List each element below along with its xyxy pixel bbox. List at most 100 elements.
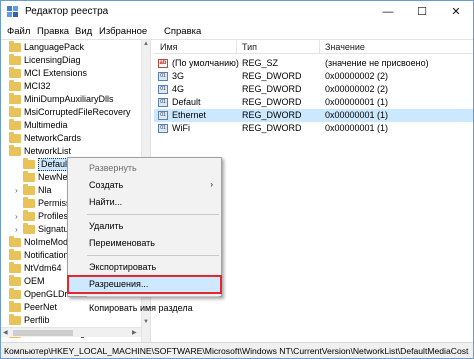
context-menu-label: Найти...	[89, 197, 123, 207]
context-menu-item-rename[interactable]: Переименовать	[68, 235, 221, 252]
folder-icon	[9, 54, 21, 65]
minimize-button[interactable]: —	[371, 1, 405, 23]
context-menu-item-create[interactable]: Создать ›	[68, 177, 221, 194]
menu-file[interactable]: Файл	[7, 26, 30, 37]
value-data: 0x00000002 (2)	[325, 71, 389, 81]
folder-icon	[23, 184, 35, 195]
context-menu-label: Создать	[89, 180, 124, 190]
value-name: 4G	[172, 84, 185, 94]
column-separator[interactable]	[236, 40, 237, 54]
tree-horizontal-scrollbar[interactable]: ◀ ▶	[1, 327, 141, 337]
menu-view[interactable]: Вид	[75, 26, 92, 37]
registry-editor-window: Редактор реестра — ☐ ✕ Файл Правка Вид И…	[0, 0, 474, 359]
scroll-down-arrow-icon[interactable]: ▼	[143, 319, 149, 325]
menu-help[interactable]: Справка	[164, 26, 201, 37]
tree-item-label: Perflib	[24, 315, 50, 325]
folder-icon	[23, 158, 35, 169]
menu-separator	[87, 255, 219, 256]
value-name: 3G	[172, 71, 185, 81]
expand-chevron-icon[interactable]: ›	[15, 210, 18, 223]
value-data: 0x00000001 (1)	[325, 123, 389, 133]
status-bar: Компьютер\HKEY_LOCAL_MACHINE\SOFTWARE\Mi…	[1, 342, 473, 358]
value-row[interactable]: 01 Ethernet REG_DWORD 0x00000001 (1)	[154, 109, 473, 122]
value-type: REG_DWORD	[242, 123, 302, 133]
tree-item[interactable]: LicensingDiag	[1, 54, 149, 67]
column-value[interactable]: Значение	[325, 42, 365, 52]
status-path: Компьютер\HKEY_LOCAL_MACHINE\SOFTWARE\Mi…	[4, 346, 469, 356]
tree-item-label: NetworkCards	[24, 133, 82, 143]
folder-icon	[9, 301, 21, 312]
value-row[interactable]: ab (По умолчанию) REG_SZ (значение не присв…	[154, 57, 473, 70]
expand-chevron-icon[interactable]: ›	[15, 223, 18, 236]
folder-icon	[9, 288, 21, 299]
folder-icon	[9, 41, 21, 52]
value-type: REG_SZ	[242, 58, 279, 68]
scroll-up-arrow-icon[interactable]: ▲	[143, 41, 149, 47]
tree-item[interactable]: MiniDumpAuxiliaryDlls	[1, 93, 149, 106]
title-bar[interactable]: Редактор реестра — ☐ ✕	[1, 1, 473, 23]
tree-item-label: Nla	[38, 185, 52, 195]
folder-icon	[9, 67, 21, 78]
menu-edit[interactable]: Правка	[37, 26, 69, 37]
value-data: 0x00000001 (1)	[325, 110, 389, 120]
value-type: REG_DWORD	[242, 97, 302, 107]
tree-item[interactable]: MsiCorruptedFileRecovery	[1, 106, 149, 119]
column-type[interactable]: Тип	[242, 42, 257, 52]
folder-icon	[23, 171, 35, 182]
close-button[interactable]: ✕	[439, 1, 473, 23]
value-data: 0x00000001 (1)	[325, 97, 389, 107]
dword-value-icon: 01	[158, 124, 168, 133]
tree-item-label: NetworkList	[24, 146, 72, 156]
tree-item-label: LicensingDiag	[24, 55, 81, 65]
maximize-button[interactable]: ☐	[405, 1, 439, 23]
context-menu-item-delete[interactable]: Удалить	[68, 218, 221, 235]
context-menu-label: Удалить	[89, 221, 124, 231]
tree-item-label: MiniDumpAuxiliaryDlls	[24, 94, 114, 104]
value-row[interactable]: 01 3G REG_DWORD 0x00000002 (2)	[154, 70, 473, 83]
tree-item-label: OEM	[24, 276, 45, 286]
context-menu-item-find[interactable]: Найти...	[68, 194, 221, 211]
tree-item-label: Notification	[24, 250, 69, 260]
menu-favorites[interactable]: Избранное	[99, 26, 147, 37]
expand-chevron-icon[interactable]: ›	[15, 184, 18, 197]
context-menu-item-copy-key-name[interactable]: Копировать имя раздела	[68, 300, 221, 317]
folder-icon	[9, 93, 21, 104]
tree-item[interactable]: Multimedia	[1, 119, 149, 132]
window-title: Редактор реестра	[25, 6, 109, 17]
context-menu-label: Копировать имя раздела	[89, 303, 193, 313]
value-name: Ethernet	[172, 110, 207, 120]
value-row[interactable]: 01 Default REG_DWORD 0x00000001 (1)	[154, 96, 473, 109]
menu-bar: Файл Правка Вид Избранное Справка	[1, 23, 473, 39]
folder-icon	[9, 145, 21, 156]
folder-icon	[23, 223, 35, 234]
tree-item[interactable]: MCI Extensions	[1, 67, 149, 80]
tree-item-label: Signatu	[38, 224, 69, 234]
tree-item[interactable]: LanguagePack	[1, 41, 149, 54]
dword-value-icon: 01	[158, 72, 168, 81]
value-row[interactable]: 01 4G REG_DWORD 0x00000002 (2)	[154, 83, 473, 96]
context-menu-item-permissions[interactable]: Разрешения...	[67, 275, 222, 294]
column-separator[interactable]	[319, 40, 320, 54]
menu-separator	[87, 296, 219, 297]
value-name: Default	[172, 97, 201, 107]
dword-value-icon: 01	[158, 85, 168, 94]
value-name: WiFi	[172, 123, 190, 133]
value-type: REG_DWORD	[242, 71, 302, 81]
folder-icon	[23, 210, 35, 221]
value-row[interactable]: 01 WiFi REG_DWORD 0x00000001 (1)	[154, 122, 473, 135]
column-name[interactable]: Имя	[160, 42, 178, 52]
folder-icon	[23, 197, 35, 208]
scroll-left-arrow-icon[interactable]: ◀	[3, 329, 8, 336]
tree-item-label: PeerNet	[24, 302, 58, 312]
submenu-arrow-icon: ›	[210, 180, 213, 189]
context-menu-item-export[interactable]: Экспортировать	[68, 259, 221, 276]
context-menu-item-expand[interactable]: Развернуть	[68, 160, 221, 177]
registry-editor-icon	[7, 6, 18, 17]
tree-item[interactable]: NetworkCards	[1, 132, 149, 145]
tree-hscroll-thumb[interactable]	[13, 330, 73, 336]
value-type: REG_DWORD	[242, 84, 302, 94]
tree-item[interactable]: MCI32	[1, 80, 149, 93]
folder-icon	[9, 262, 21, 273]
context-menu-label: Экспортировать	[89, 262, 157, 272]
scroll-right-arrow-icon[interactable]: ▶	[132, 329, 137, 336]
